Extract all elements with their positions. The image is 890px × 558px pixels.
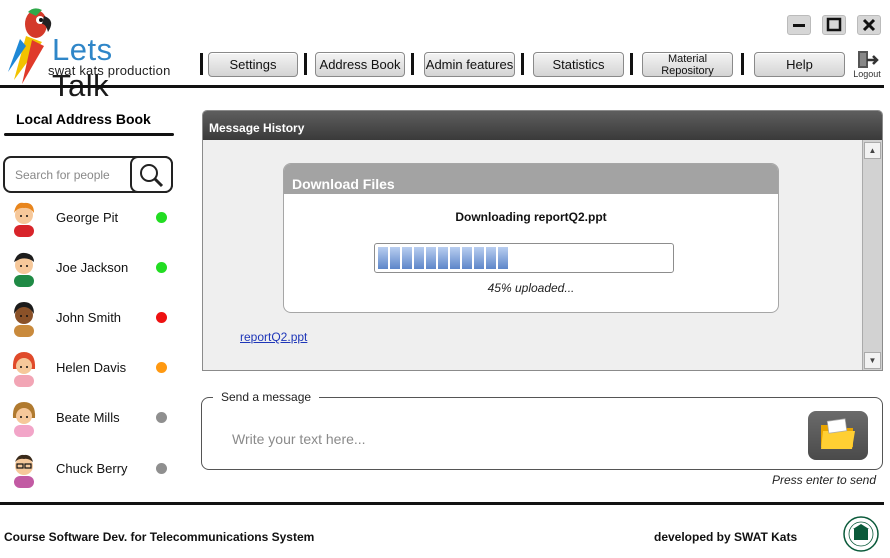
message-history-scrollbar[interactable]: ▲ ▼	[862, 140, 882, 370]
progress-segment	[390, 247, 400, 269]
status-indicator	[156, 412, 167, 423]
app-title-part1: Lets	[52, 32, 113, 67]
progress-segment	[450, 247, 460, 269]
search-icon	[140, 164, 164, 188]
address-book-title: Local Address Book	[16, 111, 151, 127]
nav-material-repository-button[interactable]: Material Repository	[642, 52, 733, 77]
close-icon	[862, 18, 876, 32]
contact-joe-jackson[interactable]: Joe Jackson	[8, 249, 176, 289]
logout-label: Logout	[853, 69, 881, 79]
download-progress-bar	[374, 243, 674, 273]
scroll-up-arrow-icon[interactable]: ▲	[864, 142, 881, 159]
progress-segment	[486, 247, 496, 269]
close-button[interactable]	[857, 15, 881, 35]
nav-separator	[521, 53, 524, 75]
contact-name: Beate Mills	[56, 410, 120, 425]
progress-fill	[378, 247, 670, 269]
avatar-icon	[14, 454, 34, 488]
nav-address-book-button[interactable]: Address Book	[315, 52, 405, 77]
nav-statistics-button[interactable]: Statistics	[533, 52, 624, 77]
header-divider	[0, 85, 884, 88]
nav-separator	[411, 53, 414, 75]
contact-name: Chuck Berry	[56, 461, 128, 476]
send-message-box: Write your text here...	[201, 397, 883, 470]
avatar-icon	[14, 252, 34, 287]
progress-segment	[474, 247, 484, 269]
status-indicator	[156, 362, 167, 373]
people-search-input[interactable]	[15, 166, 127, 184]
footer-divider	[0, 502, 884, 505]
contact-helen-davis[interactable]: Helen Davis	[8, 349, 176, 389]
maximize-icon	[826, 17, 842, 32]
contact-name: John Smith	[56, 310, 122, 325]
progress-segment	[462, 247, 472, 269]
file-link-reportq2[interactable]: reportQ2.ppt	[240, 330, 307, 344]
nav-help-button[interactable]: Help	[754, 52, 845, 77]
status-indicator	[156, 212, 167, 223]
folder-icon	[821, 418, 855, 449]
contact-beate-mills[interactable]: Beate Mills	[8, 399, 176, 439]
contact-name: Joe Jackson	[56, 260, 129, 275]
minimize-button[interactable]	[787, 15, 811, 35]
progress-segment	[498, 247, 508, 269]
progress-segment	[402, 247, 412, 269]
nav-separator	[304, 53, 307, 75]
contact-name: Helen Davis	[56, 360, 127, 375]
footer-course-text: Course Software Dev. for Telecommunicati…	[4, 530, 315, 544]
progress-segment	[426, 247, 436, 269]
app-logo: Lets Talk swat kats production	[6, 6, 176, 103]
message-history-panel: Message History Download Files Downloadi…	[202, 110, 883, 371]
avatar-icon	[14, 302, 34, 337]
message-history-title: Message History	[203, 111, 882, 140]
logout-icon	[858, 51, 879, 68]
download-files-title: Download Files	[284, 164, 778, 194]
avatar-icon	[12, 352, 36, 387]
nav-settings-button[interactable]: Settings	[208, 52, 298, 77]
message-input[interactable]: Write your text here...	[232, 431, 792, 447]
minimize-icon	[793, 24, 805, 27]
avatar-icon	[12, 402, 36, 437]
avatar-icon	[14, 202, 34, 237]
maximize-button[interactable]	[822, 15, 846, 35]
scroll-down-arrow-icon[interactable]: ▼	[864, 352, 881, 369]
people-search-button[interactable]	[130, 156, 173, 193]
download-progress-text: 45% uploaded...	[487, 281, 575, 295]
download-status-text: Downloading reportQ2.ppt	[455, 210, 607, 224]
app-tagline: swat kats production	[48, 63, 171, 78]
nav-admin-features-button[interactable]: Admin features	[424, 52, 515, 77]
contact-george-pit[interactable]: George Pit	[8, 199, 176, 239]
contact-name: George Pit	[56, 210, 119, 225]
progress-segment	[378, 247, 388, 269]
university-seal-icon	[843, 516, 879, 552]
status-indicator	[156, 312, 167, 323]
footer-credits-text: developed by SWAT Kats	[654, 530, 798, 544]
progress-segment	[438, 247, 448, 269]
status-indicator	[156, 262, 167, 273]
address-book-underline	[4, 133, 174, 136]
contact-chuck-berry[interactable]: Chuck Berry	[8, 450, 176, 490]
status-indicator	[156, 463, 167, 474]
nav-separator	[200, 53, 203, 75]
send-hint: Press enter to send	[771, 473, 876, 487]
parrot-icon	[8, 8, 52, 84]
progress-segment	[414, 247, 424, 269]
download-files-dialog: Download Files Downloading reportQ2.ppt …	[283, 163, 779, 313]
contact-john-smith[interactable]: John Smith	[8, 299, 176, 339]
attach-file-button[interactable]	[808, 411, 868, 460]
people-search-box	[3, 156, 173, 193]
nav-separator	[630, 53, 633, 75]
logout-button[interactable]: Logout	[849, 50, 885, 82]
send-message-label: Send a message	[213, 390, 320, 404]
nav-separator	[741, 53, 744, 75]
